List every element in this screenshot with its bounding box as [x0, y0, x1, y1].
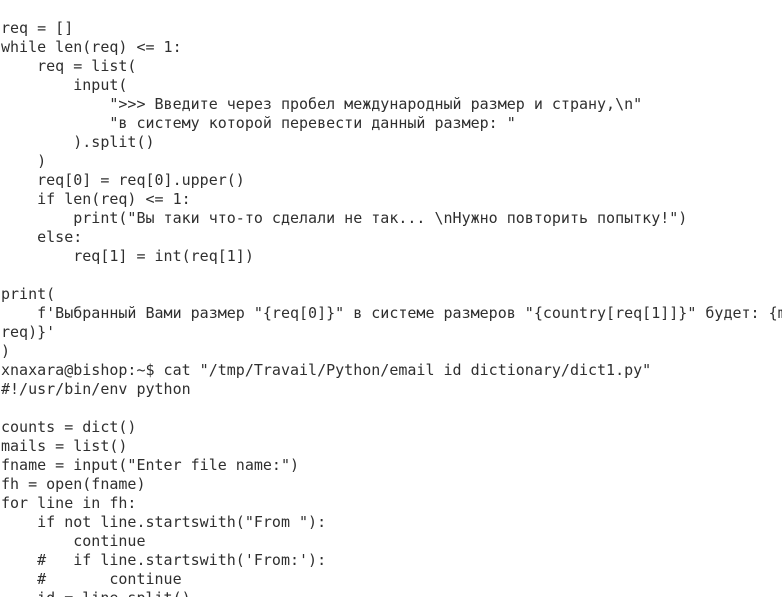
terminal-line: while len(req) <= 1: — [1, 38, 182, 56]
terminal-line: req[1] = int(req[1]) — [1, 247, 254, 265]
terminal-line: ) — [1, 342, 11, 360]
terminal-line: input( — [1, 76, 128, 94]
terminal-line: fh = open(fname) — [1, 475, 146, 493]
terminal-line: req)}' — [1, 323, 56, 341]
terminal-line: id = line.split() — [1, 589, 191, 597]
shell-prompt-line: xnaxara@bishop:~$ cat "/tmp/Travail/Pyth… — [1, 361, 652, 379]
terminal-line: continue — [1, 532, 146, 550]
terminal-line: req[0] = req[0].upper() — [1, 171, 245, 189]
terminal-line: print( — [1, 285, 56, 303]
terminal-line: ).split() — [1, 133, 155, 151]
terminal-line: else: — [1, 228, 83, 246]
terminal-line: fname = input("Enter file name:") — [1, 456, 300, 474]
terminal-line: print("Вы таки что-то сделали не так... … — [1, 209, 688, 227]
terminal-line: req = [] — [1, 19, 74, 37]
terminal-line: "в систему которой перевести данный разм… — [1, 114, 516, 132]
terminal-line: #!/usr/bin/env python — [1, 380, 191, 398]
terminal-window[interactable]: req = [] while len(req) <= 1: req = list… — [0, 0, 782, 597]
terminal-line: if not line.startswith("From "): — [1, 513, 327, 531]
terminal-line: if len(req) <= 1: — [1, 190, 191, 208]
terminal-line: ">>> Введите через пробел международный … — [1, 95, 643, 113]
terminal-line: f'Выбранный Вами размер "{req[0]}" в сис… — [1, 304, 782, 322]
terminal-line: # continue — [1, 570, 182, 588]
terminal-line: ) — [1, 152, 47, 170]
terminal-line: for line in fh: — [1, 494, 137, 512]
terminal-line: counts = dict() — [1, 418, 137, 436]
terminal-line: req = list( — [1, 57, 137, 75]
terminal-line: # if line.startswith('From:'): — [1, 551, 327, 569]
terminal-line: mails = list() — [1, 437, 128, 455]
